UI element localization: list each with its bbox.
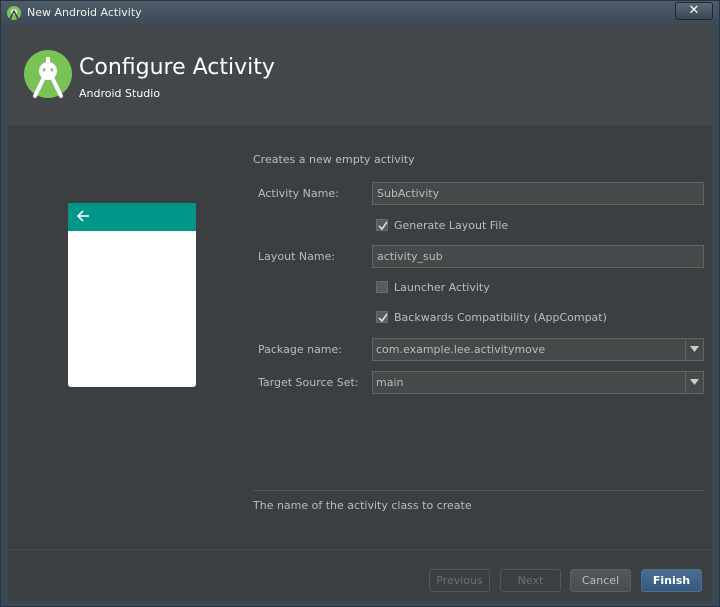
layout-name-input[interactable]: activity_sub [372, 245, 704, 268]
help-text: The name of the activity class to create [253, 499, 472, 512]
target-source-set-combobox[interactable]: main [372, 371, 704, 394]
window-title: New Android Activity [27, 6, 142, 19]
finish-button[interactable]: Finish [641, 569, 702, 592]
form-description: Creates a new empty activity [253, 153, 415, 166]
next-button[interactable]: Next [500, 569, 561, 592]
preview-toolbar [68, 203, 196, 231]
target-source-set-label: Target Source Set: [258, 376, 359, 389]
chevron-down-icon [690, 379, 699, 385]
package-name-combobox[interactable]: com.example.lee.activitymove [372, 338, 704, 361]
activity-name-label: Activity Name: [258, 187, 339, 200]
dialog-content: Configure Activity Android Studio Create… [8, 25, 712, 601]
chevron-down-icon [690, 346, 699, 352]
help-separator [253, 490, 704, 491]
checkmark-icon [378, 221, 388, 231]
header: Configure Activity Android Studio [8, 25, 712, 125]
page-subtitle: Android Studio [79, 87, 161, 100]
page-title: Configure Activity [79, 55, 275, 80]
package-name-label: Package name: [258, 343, 342, 356]
activity-preview [68, 203, 196, 387]
close-button[interactable]: ✕ [675, 2, 713, 20]
activity-name-input[interactable]: SubActivity [372, 182, 704, 205]
launcher-activity-checkbox[interactable] [376, 281, 388, 293]
footer-divider [8, 549, 712, 550]
checkmark-icon [378, 313, 388, 323]
target-source-set-value: main [376, 376, 404, 389]
backwards-compat-label: Backwards Compatibility (AppCompat) [394, 311, 607, 324]
cancel-button[interactable]: Cancel [570, 569, 631, 592]
backwards-compat-checkbox[interactable] [376, 311, 388, 323]
target-source-set-dropdown-button[interactable] [685, 372, 703, 393]
generate-layout-label: Generate Layout File [394, 219, 509, 232]
back-arrow-icon [76, 210, 89, 222]
android-studio-logo-icon [24, 50, 72, 98]
title-bar[interactable]: New Android Activity ✕ [1, 1, 719, 25]
layout-name-label: Layout Name: [258, 250, 336, 263]
package-name-value: com.example.lee.activitymove [376, 343, 546, 356]
dialog-window: New Android Activity ✕ Configure Activit… [0, 0, 720, 607]
close-icon: ✕ [688, 3, 700, 18]
android-studio-icon [7, 6, 21, 20]
previous-button[interactable]: Previous [429, 569, 490, 592]
package-name-dropdown-button[interactable] [685, 339, 703, 360]
launcher-activity-label: Launcher Activity [394, 281, 490, 294]
generate-layout-checkbox[interactable] [376, 219, 388, 231]
